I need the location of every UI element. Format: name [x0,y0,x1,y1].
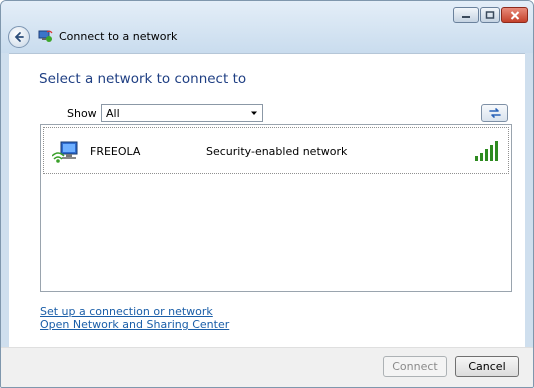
back-button[interactable] [8,26,30,48]
refresh-button[interactable] [481,104,508,122]
network-connect-icon [38,30,53,42]
refresh-icon [488,108,501,118]
show-label: Show [67,107,97,120]
title-bar: Connect to a network [1,1,533,53]
network-security: Security-enabled network [206,145,348,158]
network-list[interactable]: FREEOLA Security-enabled network [40,124,512,292]
chevron-down-icon [251,111,257,115]
network-name: FREEOLA [90,145,141,158]
page-title: Select a network to connect to [39,71,247,87]
window-title: Connect to a network [59,30,178,43]
show-filter-value: All [106,107,120,120]
minimize-icon [462,16,470,18]
maximize-icon [485,11,495,19]
network-sharing-center-link[interactable]: Open Network and Sharing Center [40,318,229,331]
minimize-button[interactable] [453,7,479,23]
maximize-button[interactable] [480,7,500,23]
back-arrow-icon [14,32,24,42]
setup-connection-link[interactable]: Set up a connection or network [40,305,213,318]
network-list-item[interactable]: FREEOLA Security-enabled network [43,127,509,174]
connect-to-network-window: Connect to a network Select a network to… [0,0,534,388]
connect-button[interactable]: Connect [383,356,447,377]
button-bar: Connect Cancel [1,347,533,387]
show-filter-dropdown[interactable]: All [101,104,263,122]
wireless-network-icon [52,141,78,163]
close-icon [510,10,519,20]
close-button[interactable] [501,7,528,23]
cancel-button[interactable]: Cancel [455,356,519,377]
main-panel: Select a network to connect to Show All [9,53,525,347]
signal-strength-icon [475,141,498,161]
